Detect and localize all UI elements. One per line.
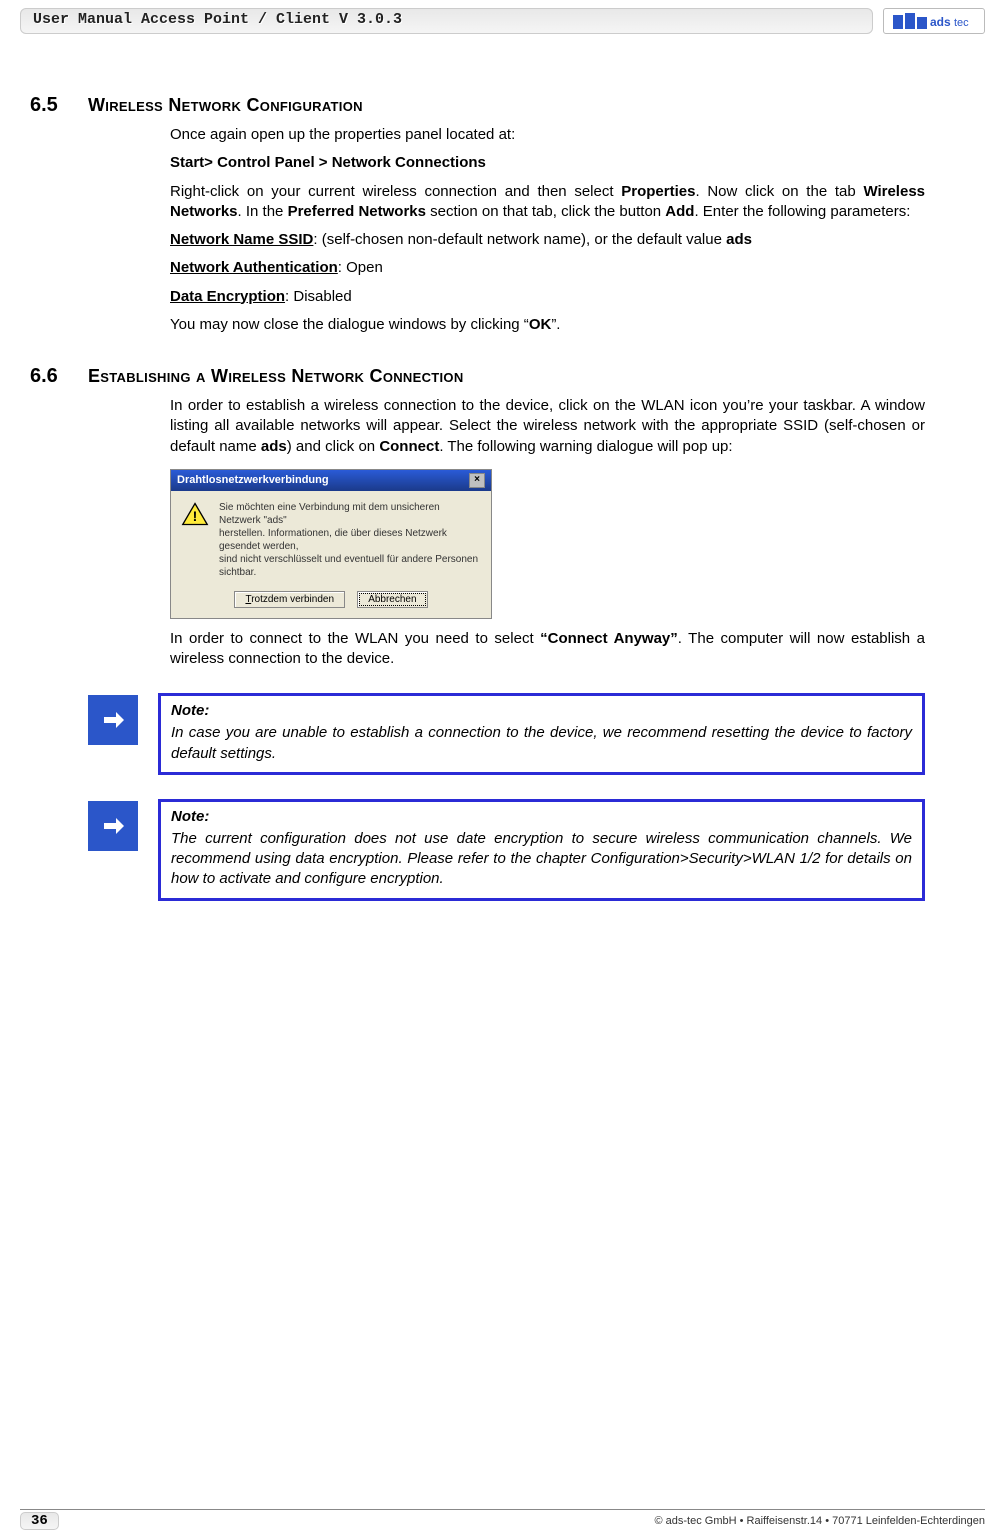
doc-title: User Manual Access Point / Client V 3.0.… (20, 8, 873, 34)
section-6-6-body: In order to establish a wireless connect… (170, 396, 925, 457)
section-6-6: 6.6 Establishing a Wireless Network Conn… (30, 365, 965, 388)
ads-tec-logo-icon: ads tec (892, 11, 976, 31)
section-title: Establishing a Wireless Network Connecti… (88, 366, 464, 387)
note-1: Note: In case you are unable to establis… (88, 693, 925, 775)
arrow-right-icon (98, 705, 128, 735)
dialog-message: Sie möchten eine Verbindung mit dem unsi… (219, 501, 481, 579)
page-number: 36 (20, 1512, 59, 1530)
warning-dialog: Drahtlosnetzwerkverbindung × ! Sie möcht… (170, 469, 492, 619)
svg-text:tec: tec (954, 17, 969, 29)
note-2: Note: The current configuration does not… (88, 799, 925, 901)
close-icon[interactable]: × (469, 473, 485, 488)
note-title: Note: (171, 808, 912, 825)
para: You may now close the dialogue windows b… (170, 315, 925, 335)
para: Once again open up the properties panel … (170, 125, 925, 145)
note-arrow-icon (88, 801, 138, 851)
arrow-right-icon (98, 811, 128, 841)
dialog-titlebar: Drahtlosnetzwerkverbindung × (171, 470, 491, 491)
para: Right-click on your current wireless con… (170, 182, 925, 223)
para: In order to connect to the WLAN you need… (170, 629, 925, 670)
header: User Manual Access Point / Client V 3.0.… (0, 0, 1005, 34)
copyright: © ads-tec GmbH • Raiffeisenstr.14 • 7077… (654, 1515, 985, 1527)
section-6-5: 6.5 Wireless Network Configuration (30, 94, 965, 117)
brand-logo: ads tec (883, 8, 985, 34)
warning-icon: ! (181, 501, 209, 527)
para-bold: Start> Control Panel > Network Connectio… (170, 153, 925, 173)
section-6-6-body-2: In order to connect to the WLAN you need… (170, 629, 925, 670)
note-box: Note: The current configuration does not… (158, 799, 925, 901)
content-area: 6.5 Wireless Network Configuration Once … (0, 34, 1005, 901)
para: In order to establish a wireless connect… (170, 396, 925, 457)
note-text: In case you are unable to establish a co… (171, 723, 912, 764)
note-arrow-icon (88, 695, 138, 745)
section-title: Wireless Network Configuration (88, 95, 363, 116)
para: Network Authentication: Open (170, 258, 925, 278)
footer: 36 © ads-tec GmbH • Raiffeisenstr.14 • 7… (0, 1509, 1005, 1530)
note-text: The current configuration does not use d… (171, 829, 912, 890)
section-number: 6.5 (30, 94, 88, 117)
para: Data Encryption: Disabled (170, 287, 925, 307)
svg-text:!: ! (193, 508, 198, 524)
note-title: Note: (171, 702, 912, 719)
section-6-5-body: Once again open up the properties panel … (170, 125, 925, 335)
section-number: 6.6 (30, 365, 88, 388)
cancel-button[interactable]: Abbrechen (357, 591, 427, 608)
note-box: Note: In case you are unable to establis… (158, 693, 925, 775)
para: Network Name SSID: (self-chosen non-defa… (170, 230, 925, 250)
svg-text:ads: ads (930, 15, 951, 29)
connect-anyway-button[interactable]: Trotzdem verbinden (234, 591, 345, 608)
dialog-title-text: Drahtlosnetzwerkverbindung (177, 474, 329, 486)
